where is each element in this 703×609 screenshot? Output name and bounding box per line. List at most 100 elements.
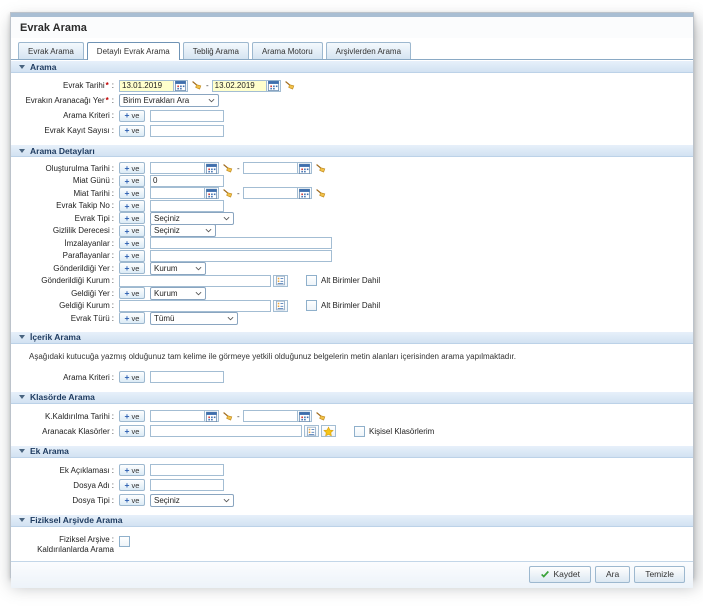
and-criteria-button[interactable]: +ve (119, 162, 145, 174)
calendar-button[interactable] (204, 187, 219, 199)
calendar-button[interactable] (204, 162, 219, 174)
tab-detayli-evrak-arama[interactable]: Detaylı Evrak Arama (87, 42, 180, 60)
paraflayanlar-input[interactable] (150, 250, 332, 262)
and-criteria-button[interactable]: +ve (119, 371, 145, 383)
and-criteria-button[interactable]: +ve (119, 237, 145, 249)
clear-date-button[interactable] (221, 187, 234, 199)
kaldirilma-tarihi-to-input[interactable] (243, 410, 297, 422)
section-header-fiziksel-arsiv[interactable]: Fiziksel Arşivde Arama (11, 514, 693, 527)
evrak-kayit-sayisi-input[interactable] (150, 125, 224, 137)
tab-arama-motoru[interactable]: Arama Motoru (252, 42, 323, 59)
chevron-down-icon (195, 291, 202, 296)
icerik-arama-kriteri-input[interactable] (150, 371, 224, 383)
calendar-icon (206, 411, 217, 422)
and-criteria-button[interactable]: +ve (119, 225, 145, 237)
and-criteria-button[interactable]: +ve (119, 250, 145, 262)
calendar-button[interactable] (204, 410, 219, 422)
tab-evrak-arama[interactable]: Evrak Arama (18, 42, 84, 59)
field-label: Evrak Takip No (56, 201, 110, 210)
section-header-arama[interactable]: Arama (11, 60, 693, 73)
calendar-button[interactable] (173, 80, 188, 92)
olusturulma-tarihi-to-input[interactable] (243, 162, 297, 174)
plus-icon: + (125, 111, 130, 120)
calendar-button[interactable] (297, 162, 312, 174)
section-header-arama-detaylari[interactable]: Arama Detayları (11, 144, 693, 157)
clear-form-button[interactable]: Temizle (634, 566, 685, 583)
field-row-evrak-tipi: Evrak Tipi: +ve Seçiniz (19, 212, 685, 225)
and-criteria-button[interactable]: +ve (119, 200, 145, 212)
section-body-klasorde-arama: K.Kaldırılma Tarihi: +ve - Aranacak Klas… (11, 404, 693, 445)
arama-kriteri-input[interactable] (150, 110, 224, 122)
calendar-icon (175, 80, 186, 91)
search-button[interactable]: Ara (595, 566, 630, 583)
olusturulma-tarihi-from-input[interactable] (150, 162, 204, 174)
clear-date-button[interactable] (283, 80, 296, 92)
imzalayanlar-input[interactable] (150, 237, 332, 249)
and-criteria-button[interactable]: +ve (119, 287, 145, 299)
and-criteria-button[interactable]: +ve (119, 110, 145, 122)
and-criteria-button[interactable]: +ve (119, 212, 145, 224)
tab-arsivlerden-arama[interactable]: Arşivlerden Arama (326, 42, 411, 59)
evrak-arama-window: Evrak Arama Evrak Arama Detaylı Evrak Ar… (10, 12, 694, 578)
broom-icon (222, 188, 233, 199)
geldigi-kurum-input[interactable] (119, 300, 271, 312)
clear-date-button[interactable] (190, 80, 203, 92)
kurum-select-button[interactable] (273, 300, 288, 312)
evrak-tipi-select[interactable]: Seçiniz (150, 212, 234, 225)
clear-date-button[interactable] (314, 187, 327, 199)
alt-birimler-checkbox[interactable] (306, 275, 317, 286)
save-button[interactable]: Kaydet (529, 566, 590, 583)
fiziksel-arsiv-checkbox[interactable] (119, 536, 130, 547)
klasor-select-button[interactable] (304, 425, 319, 437)
gonderildigi-kurum-input[interactable] (119, 275, 271, 287)
and-criteria-button[interactable]: +ve (119, 425, 145, 437)
favorite-folders-button[interactable] (321, 425, 336, 437)
org-list-icon (275, 275, 286, 286)
section-header-icerik-arama[interactable]: İçerik Arama (11, 331, 693, 344)
section-body-fiziksel-arsiv: Fiziksel Arşive: Kaldırılanlarda Arama (11, 527, 693, 561)
alt-birimler-checkbox[interactable] (306, 300, 317, 311)
and-criteria-button[interactable]: +ve (119, 479, 145, 491)
field-row-evrak-kayit-sayisi: Evrak Kayıt Sayısı: +ve (19, 123, 685, 138)
field-row-geldigi-kurum: Geldiği Kurum: Alt Birimler Dahil (19, 300, 685, 313)
kaldirilma-tarihi-from-input[interactable] (150, 410, 204, 422)
and-criteria-button[interactable]: +ve (119, 410, 145, 422)
geldigi-yer-select[interactable]: Kurum (150, 287, 206, 300)
and-criteria-button[interactable]: +ve (119, 494, 145, 506)
and-criteria-button[interactable]: +ve (119, 312, 145, 324)
and-criteria-button[interactable]: +ve (119, 187, 145, 199)
miat-tarihi-to-input[interactable] (243, 187, 297, 199)
and-criteria-button[interactable]: +ve (119, 175, 145, 187)
evrak-turu-select[interactable]: Tümü (150, 312, 238, 325)
field-label: Gönderildiği Yer (53, 264, 109, 273)
kisisel-klasorlerim-checkbox[interactable] (354, 426, 365, 437)
gizlilik-derecesi-select[interactable]: Seçiniz (150, 224, 216, 237)
miat-tarihi-from-input[interactable] (150, 187, 204, 199)
kurum-select-button[interactable] (273, 275, 288, 287)
clear-date-button[interactable] (314, 410, 327, 422)
tab-teblig-arama[interactable]: Tebliğ Arama (183, 42, 249, 59)
calendar-button[interactable] (297, 410, 312, 422)
aranacagi-yer-select[interactable]: Birim Evrakları Ara (119, 94, 219, 107)
clear-date-button[interactable] (221, 162, 234, 174)
aranacak-klasorler-input[interactable] (150, 425, 302, 437)
gonderildigi-yer-select[interactable]: Kurum (150, 262, 206, 275)
field-label: Oluşturulma Tarihi (45, 164, 109, 173)
calendar-button[interactable] (266, 80, 281, 92)
ek-aciklamasi-input[interactable] (150, 464, 224, 476)
calendar-button[interactable] (297, 187, 312, 199)
and-criteria-button[interactable]: +ve (119, 125, 145, 137)
dosya-tipi-select[interactable]: Seçiniz (150, 494, 234, 507)
and-criteria-button[interactable]: +ve (119, 464, 145, 476)
evrak-takip-no-input[interactable] (150, 200, 224, 212)
clear-date-button[interactable] (221, 410, 234, 422)
clear-date-button[interactable] (314, 162, 327, 174)
section-header-ek-arama[interactable]: Ek Arama (11, 445, 693, 458)
evrak-tarihi-to-input[interactable] (212, 80, 266, 92)
field-row-icerik-arama-kriteri: Arama Kriteri: +ve (19, 370, 685, 385)
evrak-tarihi-from-input[interactable] (119, 80, 173, 92)
and-criteria-button[interactable]: +ve (119, 262, 145, 274)
miat-gunu-input[interactable] (150, 175, 224, 187)
section-header-klasorde-arama[interactable]: Klasörde Arama (11, 391, 693, 404)
dosya-adi-input[interactable] (150, 479, 224, 491)
